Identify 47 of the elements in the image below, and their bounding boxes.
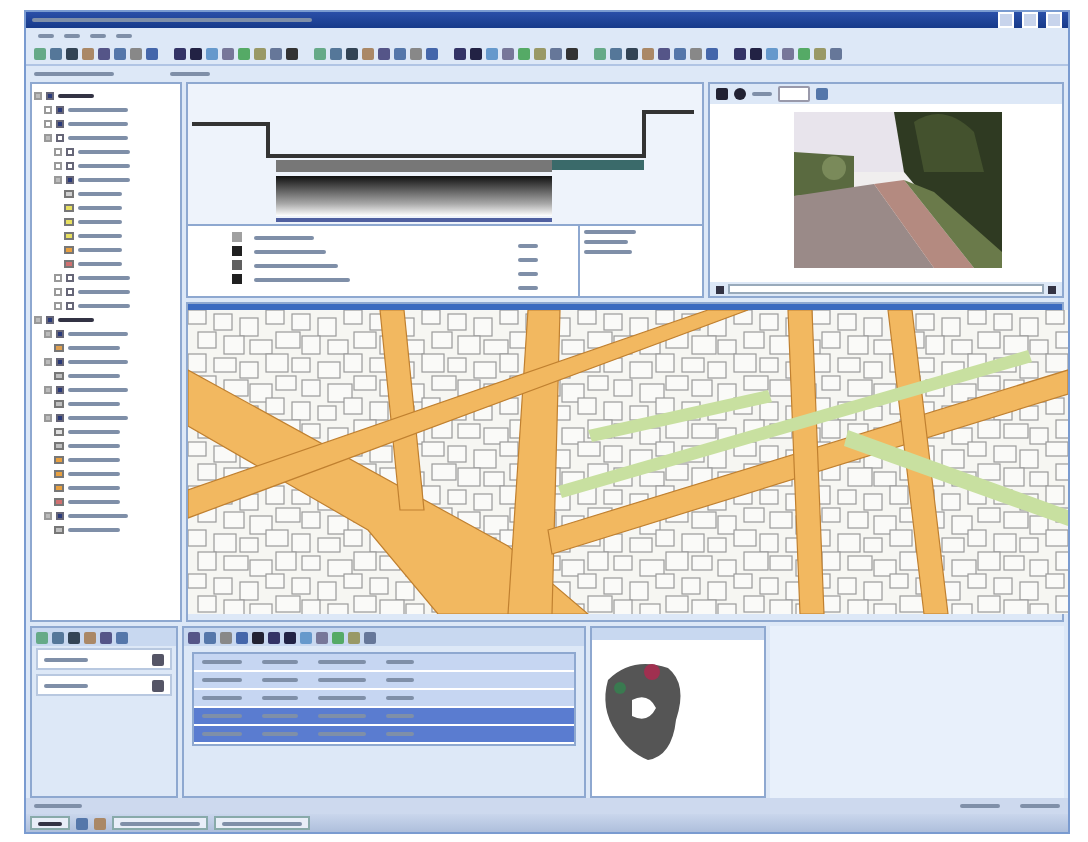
expand-toggle[interactable] xyxy=(54,273,62,281)
expand-toggle[interactable] xyxy=(44,511,52,519)
list-item[interactable] xyxy=(36,648,172,670)
record-icon[interactable] xyxy=(734,88,746,100)
input-field[interactable] xyxy=(778,86,810,102)
expand-toggle[interactable] xyxy=(34,91,42,99)
table-row[interactable] xyxy=(194,654,574,672)
layer-checkbox[interactable] xyxy=(56,133,64,141)
layer-checkbox[interactable] xyxy=(66,147,74,155)
table-row[interactable] xyxy=(194,708,574,726)
expand-toggle[interactable] xyxy=(54,175,62,183)
expand-toggle[interactable] xyxy=(44,133,52,141)
expand-toggle[interactable] xyxy=(44,385,52,393)
layer-checkbox[interactable] xyxy=(66,287,74,295)
layer-checkbox[interactable] xyxy=(66,273,74,281)
expand-toggle[interactable] xyxy=(54,161,62,169)
scrollbar[interactable] xyxy=(728,284,1044,294)
layer-checkbox[interactable] xyxy=(56,385,64,393)
layer-checkbox[interactable] xyxy=(56,105,64,113)
expand-toggle[interactable] xyxy=(54,301,62,309)
map-drawing xyxy=(605,664,681,760)
layer-checkbox[interactable] xyxy=(66,161,74,169)
expand-toggle[interactable] xyxy=(44,357,52,365)
layer-checkbox[interactable] xyxy=(56,357,64,365)
taskbar-button[interactable] xyxy=(214,816,310,830)
taskbar-button[interactable] xyxy=(112,816,208,830)
table-row[interactable] xyxy=(194,726,574,744)
list-item[interactable] xyxy=(36,674,172,696)
table-row[interactable] xyxy=(194,672,574,690)
expand-toggle[interactable] xyxy=(44,413,52,421)
layer-checkbox[interactable] xyxy=(56,329,64,337)
layer-checkbox[interactable] xyxy=(56,413,64,421)
play-icon[interactable] xyxy=(716,88,728,100)
expand-toggle[interactable] xyxy=(54,147,62,155)
expand-toggle[interactable] xyxy=(44,119,52,127)
expand-toggle[interactable] xyxy=(44,105,52,113)
layer-checkbox[interactable] xyxy=(56,119,64,127)
start-button[interactable] xyxy=(30,816,70,830)
layer-checkbox[interactable] xyxy=(66,301,74,309)
expand-toggle[interactable] xyxy=(54,287,62,295)
layer-checkbox[interactable] xyxy=(46,91,54,99)
layer-checkbox[interactable] xyxy=(56,511,64,519)
expand-toggle[interactable] xyxy=(34,315,42,323)
expand-toggle[interactable] xyxy=(44,329,52,337)
map-drawing[interactable] xyxy=(188,310,1068,614)
layer-checkbox[interactable] xyxy=(46,315,54,323)
layer-checkbox[interactable] xyxy=(66,175,74,183)
